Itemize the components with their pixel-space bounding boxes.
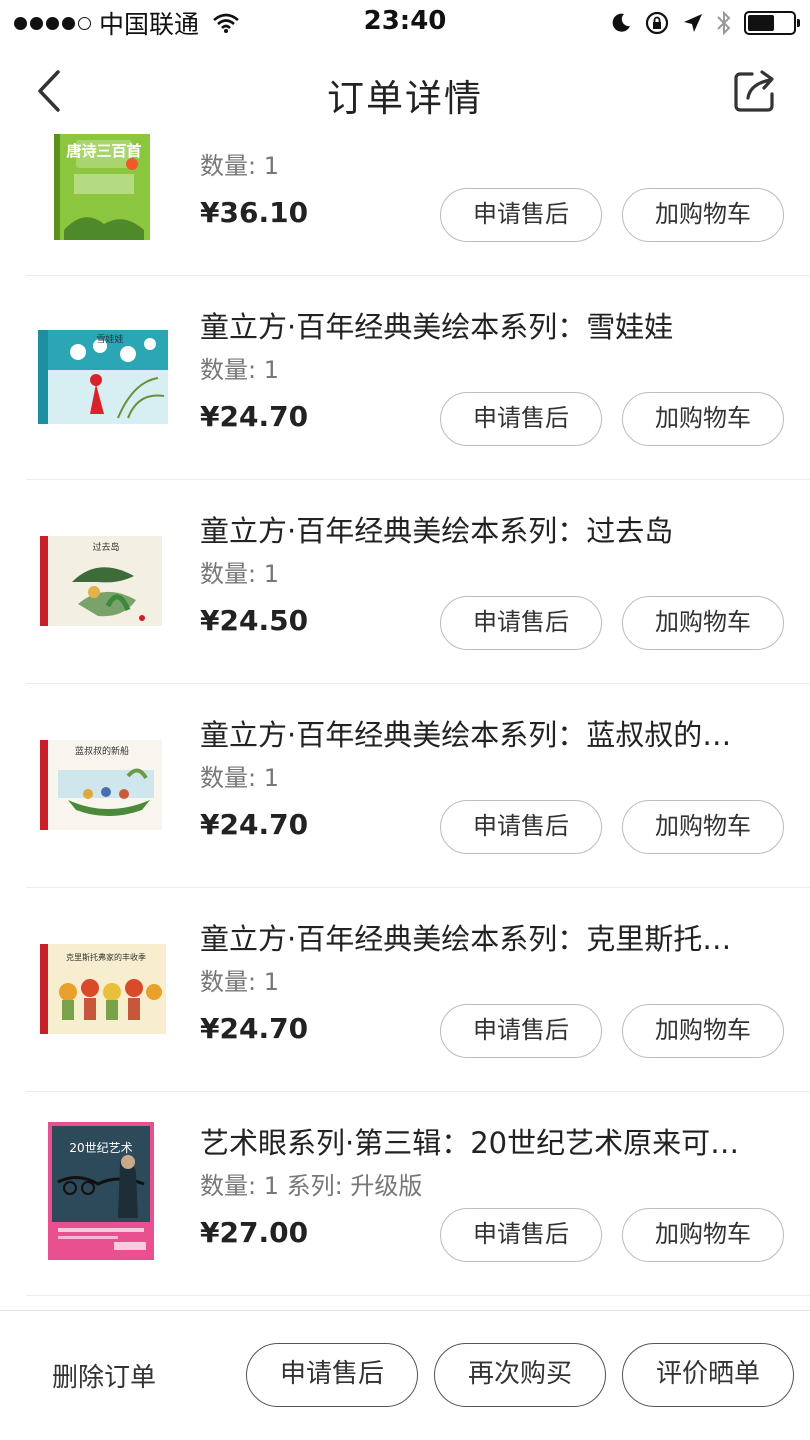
cover-title: 唐诗三百首 — [66, 142, 141, 160]
add-to-cart-button[interactable]: 加购物车 — [622, 392, 784, 446]
product-title[interactable]: 童立方·百年经典美绘本系列：雪娃娃 — [200, 304, 780, 346]
add-to-cart-button[interactable]: 加购物车 — [622, 1208, 784, 1262]
add-to-cart-button[interactable]: 加购物车 — [622, 596, 784, 650]
quantity-label: 数量: 1 — [200, 356, 279, 384]
order-item-list: 唐诗三百首 数量: 1 ¥36.10 申请售后 加购物车 雪娃娃 童立方·百年经… — [0, 134, 810, 1310]
book-cover-image: 20世纪艺术 — [48, 1122, 154, 1260]
cover-title: 雪娃娃 — [96, 333, 123, 345]
add-to-cart-button[interactable]: 加购物车 — [622, 800, 784, 854]
cover-title: 蓝叔叔的新船 — [75, 745, 129, 757]
moon-icon — [612, 13, 630, 32]
navigation-bar: 订单详情 — [0, 46, 810, 134]
after-sale-button[interactable]: 申请售后 — [440, 1208, 602, 1262]
price-label: ¥24.70 — [200, 1012, 309, 1045]
status-icons — [610, 8, 800, 38]
quantity-label: 数量: 1 — [200, 968, 279, 996]
order-item[interactable]: 蓝叔叔的新船 童立方·百年经典美绘本系列：蓝叔叔的… 数量: 1 ¥24.70 … — [0, 684, 810, 888]
order-item[interactable]: 雪娃娃 童立方·百年经典美绘本系列：雪娃娃 数量: 1 ¥24.70 申请售后 … — [0, 276, 810, 480]
price-label: ¥27.00 — [200, 1216, 309, 1249]
delete-order-link[interactable]: 删除订单 — [52, 1357, 156, 1394]
after-sale-button[interactable]: 申请售后 — [440, 392, 602, 446]
order-action-bar: 删除订单 申请售后 再次购买 评价晒单 — [0, 1310, 810, 1440]
price-label: ¥24.50 — [200, 604, 309, 637]
buy-again-button[interactable]: 再次购买 — [434, 1343, 606, 1407]
book-cover-image: 雪娃娃 — [38, 330, 168, 424]
cover-title: 过去岛 — [92, 541, 119, 553]
product-title[interactable]: 童立方·百年经典美绘本系列：克里斯托… — [200, 916, 780, 958]
product-title[interactable]: 艺术眼系列·第三辑：20世纪艺术原来可… — [200, 1120, 780, 1162]
request-after-sale-button[interactable]: 申请售后 — [246, 1343, 418, 1407]
cover-title: 20世纪艺术 — [69, 1141, 132, 1155]
quantity-label: 数量: 1 — [200, 764, 279, 792]
after-sale-button[interactable]: 申请售后 — [440, 800, 602, 854]
after-sale-button[interactable]: 申请售后 — [440, 1004, 602, 1058]
book-cover-image: 蓝叔叔的新船 — [40, 740, 162, 830]
cover-title: 克里斯托弗家的丰收季 — [66, 952, 146, 962]
quantity-label: 数量: 1 — [200, 560, 279, 588]
location-arrow-icon — [684, 14, 702, 32]
after-sale-button[interactable]: 申请售后 — [440, 596, 602, 650]
rotation-lock-icon — [645, 11, 669, 35]
after-sale-button[interactable]: 申请售后 — [440, 188, 602, 242]
price-label: ¥24.70 — [200, 808, 309, 841]
book-cover-image: 过去岛 — [40, 536, 162, 626]
battery-icon — [744, 11, 800, 35]
add-to-cart-button[interactable]: 加购物车 — [622, 1004, 784, 1058]
order-item[interactable]: 克里斯托弗家的丰收季 童立方·百年经典美绘本系列：克里斯托… 数量: 1 ¥24… — [0, 888, 810, 1092]
divider — [26, 1295, 810, 1296]
battery-level — [748, 15, 775, 31]
product-title[interactable]: 童立方·百年经典美绘本系列：过去岛 — [200, 508, 780, 550]
order-item[interactable]: 20世纪艺术 艺术眼系列·第三辑：20世纪艺术原来可… 数量: 1 系列: 升级… — [0, 1092, 810, 1296]
order-item[interactable]: 过去岛 童立方·百年经典美绘本系列：过去岛 数量: 1 ¥24.50 申请售后 … — [0, 480, 810, 684]
order-item[interactable]: 唐诗三百首 数量: 1 ¥36.10 申请售后 加购物车 — [0, 134, 810, 276]
price-label: ¥24.70 — [200, 400, 309, 433]
page-title: 订单详情 — [327, 77, 483, 120]
status-bar: 中国联通 23:40 — [0, 0, 810, 46]
quantity-label: 数量: 1 系列: 升级版 — [200, 1172, 423, 1200]
add-to-cart-button[interactable]: 加购物车 — [622, 188, 784, 242]
bluetooth-icon — [717, 10, 731, 36]
review-button[interactable]: 评价晒单 — [622, 1343, 794, 1407]
book-cover-image: 唐诗三百首 — [54, 134, 150, 240]
quantity-label: 数量: 1 — [200, 152, 279, 180]
share-icon[interactable] — [730, 66, 780, 116]
price-label: ¥36.10 — [200, 196, 309, 229]
product-title[interactable]: 童立方·百年经典美绘本系列：蓝叔叔的… — [200, 712, 780, 754]
book-cover-image: 克里斯托弗家的丰收季 — [40, 944, 166, 1034]
